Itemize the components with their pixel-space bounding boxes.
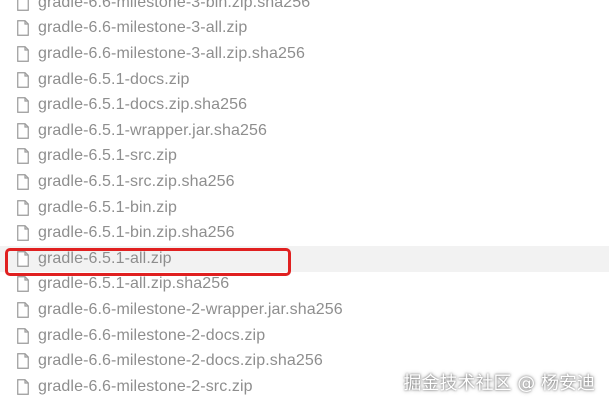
- file-icon: [17, 353, 29, 369]
- file-icon: [17, 148, 29, 165]
- file-row[interactable]: gradle-6.5.1-bin.zip: [0, 195, 609, 221]
- file-row[interactable]: gradle-6.5.1-wrapper.jar.sha256: [0, 118, 609, 144]
- file-link[interactable]: gradle-6.6-milestone-2-src.zip: [38, 378, 253, 396]
- file-row[interactable]: gradle-6.5.1-all.zip.sha256: [0, 272, 609, 298]
- file-row[interactable]: gradle-6.6-milestone-3-bin.zip.sha256: [0, 0, 609, 16]
- file-link[interactable]: gradle-6.5.1-src.zip: [38, 147, 177, 165]
- file-link[interactable]: gradle-6.5.1-docs.zip.sha256: [38, 96, 247, 114]
- file-link[interactable]: gradle-6.5.1-all.zip: [38, 250, 172, 268]
- file-link[interactable]: gradle-6.5.1-docs.zip: [38, 71, 190, 89]
- file-icon: [17, 174, 29, 190]
- file-icon: [17, 250, 29, 267]
- watermark: 掘金技术社区 @ 杨安迪: [403, 373, 595, 394]
- file-link[interactable]: gradle-6.5.1-src.zip.sha256: [38, 173, 235, 191]
- file-link[interactable]: gradle-6.6-milestone-2-docs.zip: [38, 327, 265, 345]
- file-icon: [17, 378, 29, 395]
- file-icon: [17, 122, 29, 139]
- file-row[interactable]: gradle-6.6-milestone-3-all.zip: [0, 16, 609, 42]
- file-row[interactable]: gradle-6.5.1-src.zip.sha256: [0, 169, 609, 195]
- file-link[interactable]: gradle-6.6-milestone-3-all.zip.sha256: [38, 45, 305, 63]
- file-row[interactable]: gradle-6.6-milestone-2-docs.zip: [0, 323, 609, 349]
- file-icon: [17, 302, 29, 318]
- file-row[interactable]: gradle-6.5.1-bin.zip.sha256: [0, 220, 609, 246]
- file-icon: [17, 46, 29, 62]
- file-link[interactable]: gradle-6.5.1-all.zip.sha256: [38, 275, 229, 293]
- file-icon: [17, 225, 29, 241]
- file-icon: [17, 97, 29, 114]
- file-link[interactable]: gradle-6.5.1-bin.zip.sha256: [38, 224, 235, 242]
- file-icon: [17, 199, 29, 216]
- file-link[interactable]: gradle-6.6-milestone-2-wrapper.jar.sha25…: [38, 301, 343, 319]
- file-icon: [17, 276, 29, 293]
- file-link[interactable]: gradle-6.5.1-bin.zip: [38, 199, 177, 217]
- file-icon: [17, 327, 29, 344]
- file-row[interactable]: gradle-6.5.1-src.zip: [0, 144, 609, 170]
- file-icon: [17, 20, 29, 37]
- file-link[interactable]: gradle-6.5.1-wrapper.jar.sha256: [38, 122, 267, 140]
- file-link[interactable]: gradle-6.6-milestone-3-bin.zip.sha256: [38, 0, 310, 12]
- file-row[interactable]: gradle-6.6-milestone-2-wrapper.jar.sha25…: [0, 297, 609, 323]
- file-row[interactable]: gradle-6.6-milestone-3-all.zip.sha256: [0, 41, 609, 67]
- file-list: gradle-6.6-milestone-3-bin.zip.sha256 gr…: [0, 0, 609, 400]
- file-row-selected[interactable]: gradle-6.5.1-all.zip: [0, 245, 609, 272]
- file-icon: [17, 71, 29, 88]
- file-row[interactable]: gradle-6.5.1-docs.zip: [0, 67, 609, 93]
- file-link[interactable]: gradle-6.6-milestone-3-all.zip: [38, 19, 247, 37]
- file-icon: [17, 0, 29, 11]
- file-link[interactable]: gradle-6.6-milestone-2-docs.zip.sha256: [38, 352, 323, 370]
- file-row[interactable]: gradle-6.5.1-docs.zip.sha256: [0, 92, 609, 118]
